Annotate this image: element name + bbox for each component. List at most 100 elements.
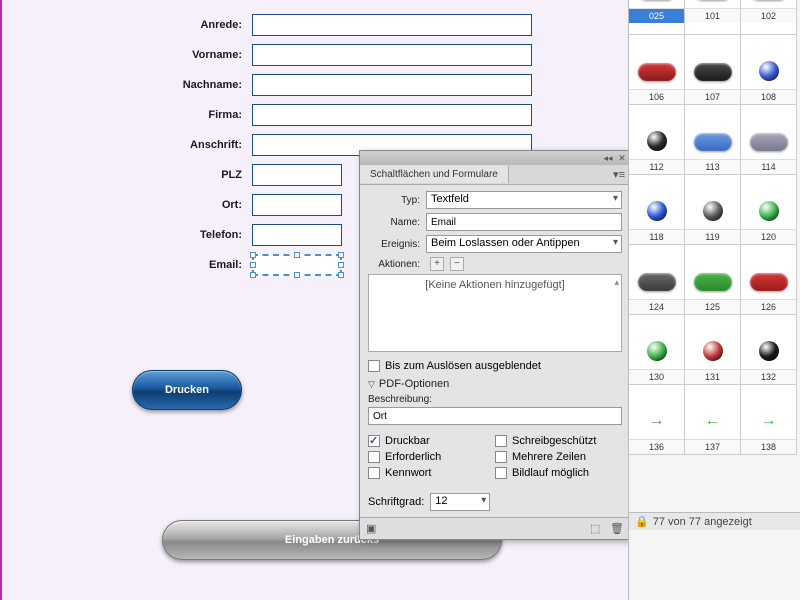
library-grid: 0251011021061071081121131141181191201241… bbox=[629, 0, 800, 455]
panel-menu-icon[interactable]: ▾≡ bbox=[608, 168, 630, 181]
swatch-icon bbox=[647, 201, 667, 221]
swatch-icon bbox=[694, 133, 732, 151]
remove-action-icon[interactable]: − bbox=[450, 257, 464, 271]
type-select[interactable]: Textfeld bbox=[426, 191, 622, 209]
library-item-number: 126 bbox=[741, 299, 796, 314]
close-icon[interactable]: ✕ bbox=[617, 153, 627, 163]
multiline-label: Mehrere Zeilen bbox=[512, 451, 586, 463]
button-library-panel: 0251011021061071081121131141181191201241… bbox=[628, 0, 800, 600]
type-label: Typ: bbox=[368, 195, 426, 206]
field-vorname[interactable] bbox=[252, 44, 532, 66]
library-item-124[interactable]: 124 bbox=[629, 244, 685, 315]
event-select[interactable]: Beim Loslassen oder Antippen bbox=[426, 235, 622, 253]
library-item-130[interactable]: 130 bbox=[629, 314, 685, 385]
swatch-icon bbox=[647, 131, 667, 151]
field-plz[interactable] bbox=[252, 164, 342, 186]
field-anrede[interactable] bbox=[252, 14, 532, 36]
printable-label: Druckbar bbox=[385, 435, 430, 447]
label-vorname: Vorname: bbox=[2, 49, 252, 61]
swatch-icon bbox=[759, 201, 779, 221]
name-input[interactable] bbox=[426, 213, 622, 231]
hidden-until-label: Bis zum Auslösen ausgeblendet bbox=[385, 360, 541, 372]
scrollable-label: Bildlauf möglich bbox=[512, 467, 589, 479]
swatch-icon bbox=[759, 61, 779, 81]
fontsize-select[interactable]: 12 bbox=[430, 493, 490, 511]
library-item-number: 106 bbox=[629, 89, 684, 104]
pdf-options-header: PDF-Optionen bbox=[379, 378, 449, 390]
actions-list[interactable]: [Keine Aktionen hinzugefügt] ▴ bbox=[368, 274, 622, 352]
library-item-number: 131 bbox=[685, 369, 740, 384]
buttons-forms-panel: ◂◂ ✕ Schaltflächen und Formulare ▾≡ Typ:… bbox=[359, 150, 631, 540]
label-telefon: Telefon: bbox=[2, 229, 252, 241]
printable-checkbox[interactable] bbox=[368, 435, 380, 447]
preview-icon[interactable]: ▣ bbox=[366, 522, 380, 536]
print-button[interactable]: Drucken bbox=[132, 370, 242, 410]
library-item-136[interactable]: →136 bbox=[629, 384, 685, 455]
library-item-131[interactable]: 131 bbox=[684, 314, 741, 385]
actions-empty-text: [Keine Aktionen hinzugefügt] bbox=[425, 279, 564, 291]
field-email[interactable] bbox=[252, 254, 342, 276]
password-label: Kennwort bbox=[385, 467, 431, 479]
event-label: Ereignis: bbox=[368, 239, 426, 250]
name-label: Name: bbox=[368, 217, 426, 228]
readonly-label: Schreibgeschützt bbox=[512, 435, 596, 447]
field-telefon[interactable] bbox=[252, 224, 342, 246]
swatch-icon: → bbox=[647, 411, 667, 431]
swatch-icon: ← bbox=[703, 411, 723, 431]
field-ort[interactable] bbox=[252, 194, 342, 216]
library-item-number: 132 bbox=[741, 369, 796, 384]
multiline-checkbox[interactable] bbox=[495, 451, 507, 463]
add-action-icon[interactable]: + bbox=[430, 257, 444, 271]
library-item-101[interactable]: 101 bbox=[684, 0, 741, 35]
tab-buttons-forms[interactable]: Schaltflächen und Formulare bbox=[360, 166, 509, 183]
disclosure-icon[interactable]: ▽ bbox=[368, 379, 375, 390]
library-item-126[interactable]: 126 bbox=[740, 244, 797, 315]
library-item-138[interactable]: →138 bbox=[740, 384, 797, 455]
library-item-125[interactable]: 125 bbox=[684, 244, 741, 315]
readonly-checkbox[interactable] bbox=[495, 435, 507, 447]
library-footer: 🔒77 von 77 angezeigt bbox=[629, 512, 800, 530]
swatch-icon bbox=[759, 341, 779, 361]
library-item-119[interactable]: 119 bbox=[684, 174, 741, 245]
actions-label: Aktionen: bbox=[368, 259, 426, 270]
library-item-106[interactable]: 106 bbox=[629, 34, 685, 105]
library-item-102[interactable]: 102 bbox=[740, 0, 797, 35]
desc-input[interactable] bbox=[368, 407, 622, 425]
field-nachname[interactable] bbox=[252, 74, 532, 96]
library-item-114[interactable]: 114 bbox=[740, 104, 797, 175]
swatch-icon bbox=[703, 341, 723, 361]
swatch-icon bbox=[750, 273, 788, 291]
library-item-118[interactable]: 118 bbox=[629, 174, 685, 245]
library-item-107[interactable]: 107 bbox=[684, 34, 741, 105]
library-item-number: 119 bbox=[685, 229, 740, 244]
field-firma[interactable] bbox=[252, 104, 532, 126]
library-item-025[interactable]: 025 bbox=[629, 0, 685, 35]
label-plz: PLZ bbox=[2, 169, 252, 181]
library-item-112[interactable]: 112 bbox=[629, 104, 685, 175]
swatch-icon bbox=[638, 273, 676, 291]
swatch-icon bbox=[694, 273, 732, 291]
desc-label: Beschreibung: bbox=[368, 394, 622, 405]
scrollable-checkbox[interactable] bbox=[495, 467, 507, 479]
convert-icon[interactable]: ⬚ bbox=[590, 522, 604, 536]
library-item-108[interactable]: 108 bbox=[740, 34, 797, 105]
trash-icon[interactable]: 🗑 bbox=[610, 522, 624, 536]
library-item-number: 107 bbox=[685, 89, 740, 104]
library-item-120[interactable]: 120 bbox=[740, 174, 797, 245]
label-anrede: Anrede: bbox=[2, 19, 252, 31]
hidden-until-checkbox[interactable] bbox=[368, 360, 380, 372]
lock-icon: 🔒 bbox=[635, 515, 649, 528]
required-checkbox[interactable] bbox=[368, 451, 380, 463]
library-item-137[interactable]: ←137 bbox=[684, 384, 741, 455]
library-item-number: 102 bbox=[741, 8, 796, 23]
password-checkbox[interactable] bbox=[368, 467, 380, 479]
library-item-132[interactable]: 132 bbox=[740, 314, 797, 385]
panel-titlebar[interactable]: ◂◂ ✕ bbox=[360, 151, 630, 165]
library-item-number: 113 bbox=[685, 159, 740, 174]
library-item-113[interactable]: 113 bbox=[684, 104, 741, 175]
collapse-icon[interactable]: ◂◂ bbox=[603, 153, 613, 163]
library-item-number: 130 bbox=[629, 369, 684, 384]
label-anschrift: Anschrift: bbox=[2, 139, 252, 151]
scroll-up-icon[interactable]: ▴ bbox=[614, 277, 619, 288]
swatch-icon bbox=[750, 133, 788, 151]
